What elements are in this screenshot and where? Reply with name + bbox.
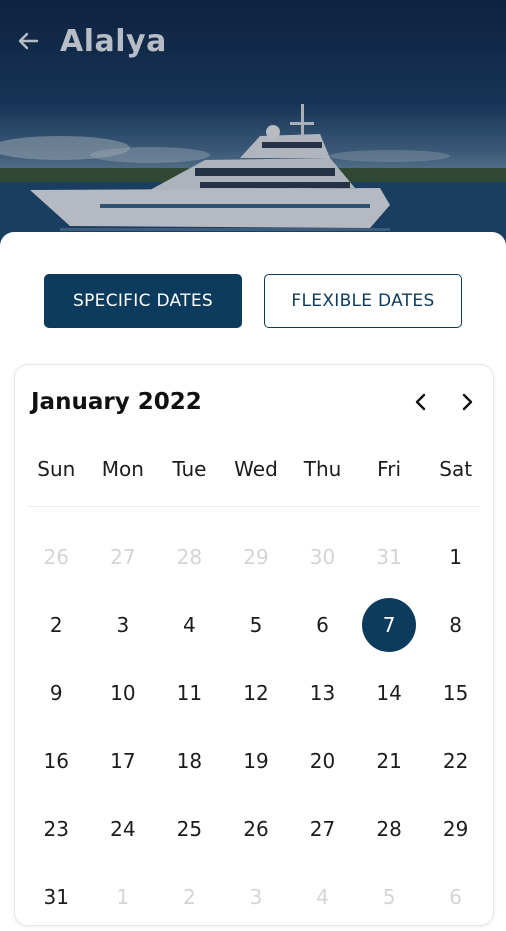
calendar-day-outside-month: 27 <box>110 545 136 569</box>
arrow-left-icon[interactable] <box>14 27 42 55</box>
calendar-day[interactable]: 29 <box>422 795 489 863</box>
calendar-day[interactable]: 15 <box>422 659 489 727</box>
weekday-label: Tue <box>172 457 207 481</box>
calendar-week-row: 26 27 28 29 30 31 1 <box>23 523 489 591</box>
calendar-week-row: 9 10 11 12 13 14 15 <box>23 659 489 727</box>
calendar-day[interactable]: 2 <box>23 591 90 659</box>
calendar-day[interactable]: 19 <box>223 727 290 795</box>
month-label: January 2022 <box>31 389 202 415</box>
date-mode-toggle: SPECIFIC DATES FLEXIBLE DATES <box>0 274 506 328</box>
selected-day-label: 7 <box>362 598 417 652</box>
divider <box>27 506 481 507</box>
weekday-header: Sun Mon Tue Wed Thu Fri Sat <box>23 457 489 481</box>
calendar-header: January 2022 <box>15 365 493 439</box>
calendar-day-outside-month: 29 <box>243 545 269 569</box>
weekday-label: Thu <box>303 457 342 481</box>
calendar-day[interactable]: 18 <box>156 727 223 795</box>
weekday-label: Wed <box>234 457 278 481</box>
calendar-week-row: 31 1 2 3 4 5 6 <box>23 863 489 931</box>
calendar-day[interactable]: 24 <box>90 795 157 863</box>
calendar-day[interactable]: 20 <box>289 727 356 795</box>
calendar-day-outside-month: 3 <box>249 885 263 909</box>
calendar-day-outside-month: 6 <box>449 885 463 909</box>
calendar-day[interactable]: 12 <box>223 659 290 727</box>
calendar-day-outside-month: 28 <box>176 545 203 569</box>
calendar-day[interactable]: 28 <box>356 795 423 863</box>
calendar-day-outside-month: 26 <box>43 545 69 569</box>
calendar-day[interactable]: 11 <box>156 659 223 727</box>
calendar-day[interactable]: 27 <box>289 795 356 863</box>
calendar-day[interactable]: 13 <box>289 659 356 727</box>
calendar-day[interactable]: 22 <box>422 727 489 795</box>
calendar-day[interactable]: 10 <box>90 659 157 727</box>
calendar-day[interactable]: 4 <box>156 591 223 659</box>
calendar-day-outside-month: 4 <box>316 885 329 909</box>
calendar-card: January 2022 Sun Mon Tue Wed Thu Fri Sat… <box>14 364 494 926</box>
calendar-week-row: 2345678 <box>23 591 489 659</box>
weekday-label: Mon <box>101 457 144 481</box>
calendar-day-outside-month: 2 <box>183 885 196 909</box>
calendar-day-outside-month: 30 <box>309 545 336 569</box>
calendar-day-outside-month: 31 <box>376 545 402 569</box>
calendar-day[interactable]: 26 <box>223 795 290 863</box>
page-title: Alalya <box>60 23 167 59</box>
app-header: Alalya <box>0 0 506 82</box>
specific-dates-button[interactable]: SPECIFIC DATES <box>44 274 242 328</box>
calendar-day[interactable]: 6 <box>289 591 356 659</box>
calendar-day[interactable]: 5 <box>223 591 290 659</box>
calendar-day[interactable]: 17 <box>90 727 157 795</box>
calendar-day-selected[interactable]: 7 <box>356 591 423 659</box>
calendar-day[interactable]: 31 <box>23 863 90 931</box>
date-picker-sheet: SPECIFIC DATES FLEXIBLE DATES January 20… <box>0 232 506 926</box>
flexible-dates-button[interactable]: FLEXIBLE DATES <box>264 274 462 328</box>
calendar-day[interactable]: 21 <box>356 727 423 795</box>
weekday-label: Sun <box>37 457 76 481</box>
calendar-week-row: 23 24 25 26 27 28 29 <box>23 795 489 863</box>
weekday-label: Fri <box>377 457 401 481</box>
calendar-day[interactable]: 9 <box>23 659 90 727</box>
calendar-day[interactable]: 8 <box>422 591 489 659</box>
calendar-grid: 26 27 28 29 30 31 1 2 3 4 5 6 7 8 9 10 11 12 13 14 15 16 17 18 1… <box>23 523 489 931</box>
weekday-label: Sat <box>439 457 473 481</box>
calendar-day[interactable]: 23 <box>23 795 90 863</box>
chevron-right-icon[interactable] <box>455 390 479 414</box>
calendar-day-outside-month: 5 <box>382 885 396 909</box>
calendar-day[interactable]: 1 <box>422 523 489 591</box>
calendar-day[interactable]: 16 <box>23 727 90 795</box>
calendar-day-outside-month: 1 <box>116 885 130 909</box>
calendar-day[interactable]: 3 <box>90 591 157 659</box>
hero-image: Alalya <box>0 0 506 260</box>
calendar-day[interactable]: 25 <box>156 795 223 863</box>
calendar-day[interactable]: 14 <box>356 659 423 727</box>
calendar-week-row: 16 17 18 19 20 21 22 <box>23 727 489 795</box>
chevron-left-icon[interactable] <box>409 390 433 414</box>
